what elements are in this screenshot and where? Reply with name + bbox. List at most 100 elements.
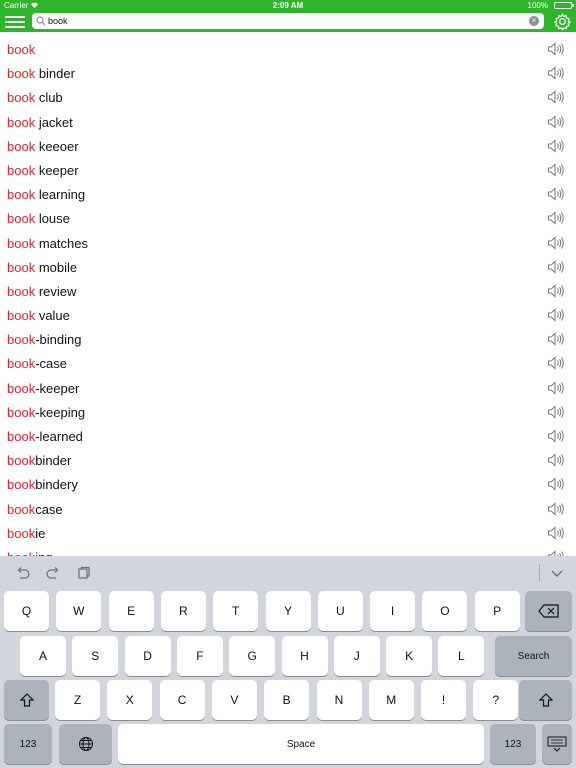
list-item[interactable]: bookbinder [0,449,576,473]
undo-icon[interactable] [15,566,31,580]
list-item[interactable]: book keeper [0,159,576,183]
key-v[interactable]: V [211,680,257,720]
list-item[interactable]: bookie [0,522,576,546]
paste-icon[interactable] [76,566,92,580]
key-d[interactable]: D [124,636,171,676]
search-key[interactable]: Search [495,636,572,676]
clear-icon[interactable]: × [529,16,539,26]
key-m[interactable]: M [368,680,414,720]
key-g[interactable]: G [229,636,276,676]
word-rest: value [35,308,70,324]
list-item[interactable]: book matches [0,232,576,256]
shift-key-left[interactable] [4,680,49,720]
key-c[interactable]: C [159,680,205,720]
speaker-icon[interactable] [547,42,565,56]
speaker-icon[interactable] [547,501,565,516]
list-item[interactable]: bookbindery [0,473,576,497]
key-a[interactable]: A [20,636,66,676]
key-q[interactable]: Q [4,591,49,631]
menu-button[interactable] [5,13,25,30]
speaker-icon[interactable] [547,66,565,80]
key-y[interactable]: Y [265,591,311,631]
key-w[interactable]: W [56,591,102,631]
key-exclamation[interactable]: ! [421,680,467,720]
list-item[interactable]: book mobile [0,256,576,280]
speaker-icon[interactable] [547,284,565,298]
list-item[interactable]: book jacket [0,111,576,135]
hamburger-icon [5,16,25,18]
key-b[interactable]: B [264,680,310,720]
key-t[interactable]: T [213,591,259,631]
key-u[interactable]: U [317,591,363,631]
list-item[interactable]: booking [0,546,576,556]
key-j[interactable]: J [333,636,380,676]
speaker-icon[interactable] [547,477,565,491]
globe-key[interactable] [59,724,112,764]
key-s[interactable]: S [72,636,119,676]
key-f[interactable]: F [176,636,223,676]
list-item[interactable]: bookcase [0,498,576,522]
word-label: book review [7,284,76,300]
key-x[interactable]: X [107,680,153,720]
list-item[interactable]: book-keeping [0,401,576,425]
chevron-down-icon[interactable] [549,566,565,580]
key-i[interactable]: I [370,591,416,631]
list-item[interactable]: book-case [0,352,576,376]
speaker-icon[interactable] [547,381,565,395]
search-field[interactable]: × [32,13,544,29]
list-item[interactable]: book-learned [0,425,576,449]
key-p[interactable]: P [474,591,520,631]
key-n[interactable]: N [316,680,362,720]
key-h[interactable]: H [281,636,328,676]
speaker-icon[interactable] [547,235,565,250]
globe-icon [78,737,93,751]
list-item[interactable]: book-keeper [0,377,576,401]
speaker-icon[interactable] [547,211,565,225]
speaker-icon[interactable] [547,453,565,467]
list-item[interactable]: book value [0,304,576,328]
speaker-icon[interactable] [547,332,565,346]
key-label: 123 [19,738,37,750]
numbers-key-right[interactable]: 123 [490,724,536,764]
word-rest: review [35,283,77,299]
speaker-icon[interactable] [547,187,565,201]
list-item[interactable]: book [0,38,576,62]
key-label: Z [73,693,82,707]
list-item[interactable]: book-binding [0,328,576,352]
key-k[interactable]: K [386,636,433,676]
speaker-icon[interactable] [547,526,565,540]
redo-icon[interactable] [45,566,61,580]
word-match: book [7,42,36,57]
speaker-icon[interactable] [547,114,565,129]
key-z[interactable]: Z [55,680,100,720]
key-r[interactable]: R [160,591,206,631]
speaker-icon[interactable] [547,356,565,371]
speaker-icon[interactable] [547,163,565,177]
list-item[interactable]: book keeoer [0,135,576,159]
hide-keyboard-key[interactable] [542,724,572,764]
speaker-icon[interactable] [547,308,565,322]
list-item[interactable]: book club [0,86,576,110]
list-item[interactable]: book review [0,280,576,304]
key-label: G [247,649,257,663]
speaker-icon[interactable] [547,260,565,274]
list-item[interactable]: book learning [0,183,576,207]
results-list[interactable]: book book binder book club book jacket b… [0,32,576,556]
key-e[interactable]: E [108,591,154,631]
backspace-key[interactable] [525,591,572,631]
list-item[interactable]: book binder [0,62,576,86]
speaker-icon[interactable] [547,139,565,153]
list-item[interactable]: book louse [0,207,576,231]
key-question[interactable]: ? [473,680,519,720]
search-input[interactable] [48,13,518,29]
gear-icon[interactable] [553,12,572,31]
speaker-icon[interactable] [547,90,565,104]
space-key[interactable]: Space [118,724,484,764]
speaker-icon[interactable] [547,429,565,443]
key-l[interactable]: L [438,636,485,676]
key-o[interactable]: O [422,591,468,631]
speaker-icon[interactable] [547,405,565,419]
key-label: P [493,604,502,618]
numbers-key-left[interactable]: 123 [4,724,52,764]
shift-key-right[interactable] [519,680,572,720]
